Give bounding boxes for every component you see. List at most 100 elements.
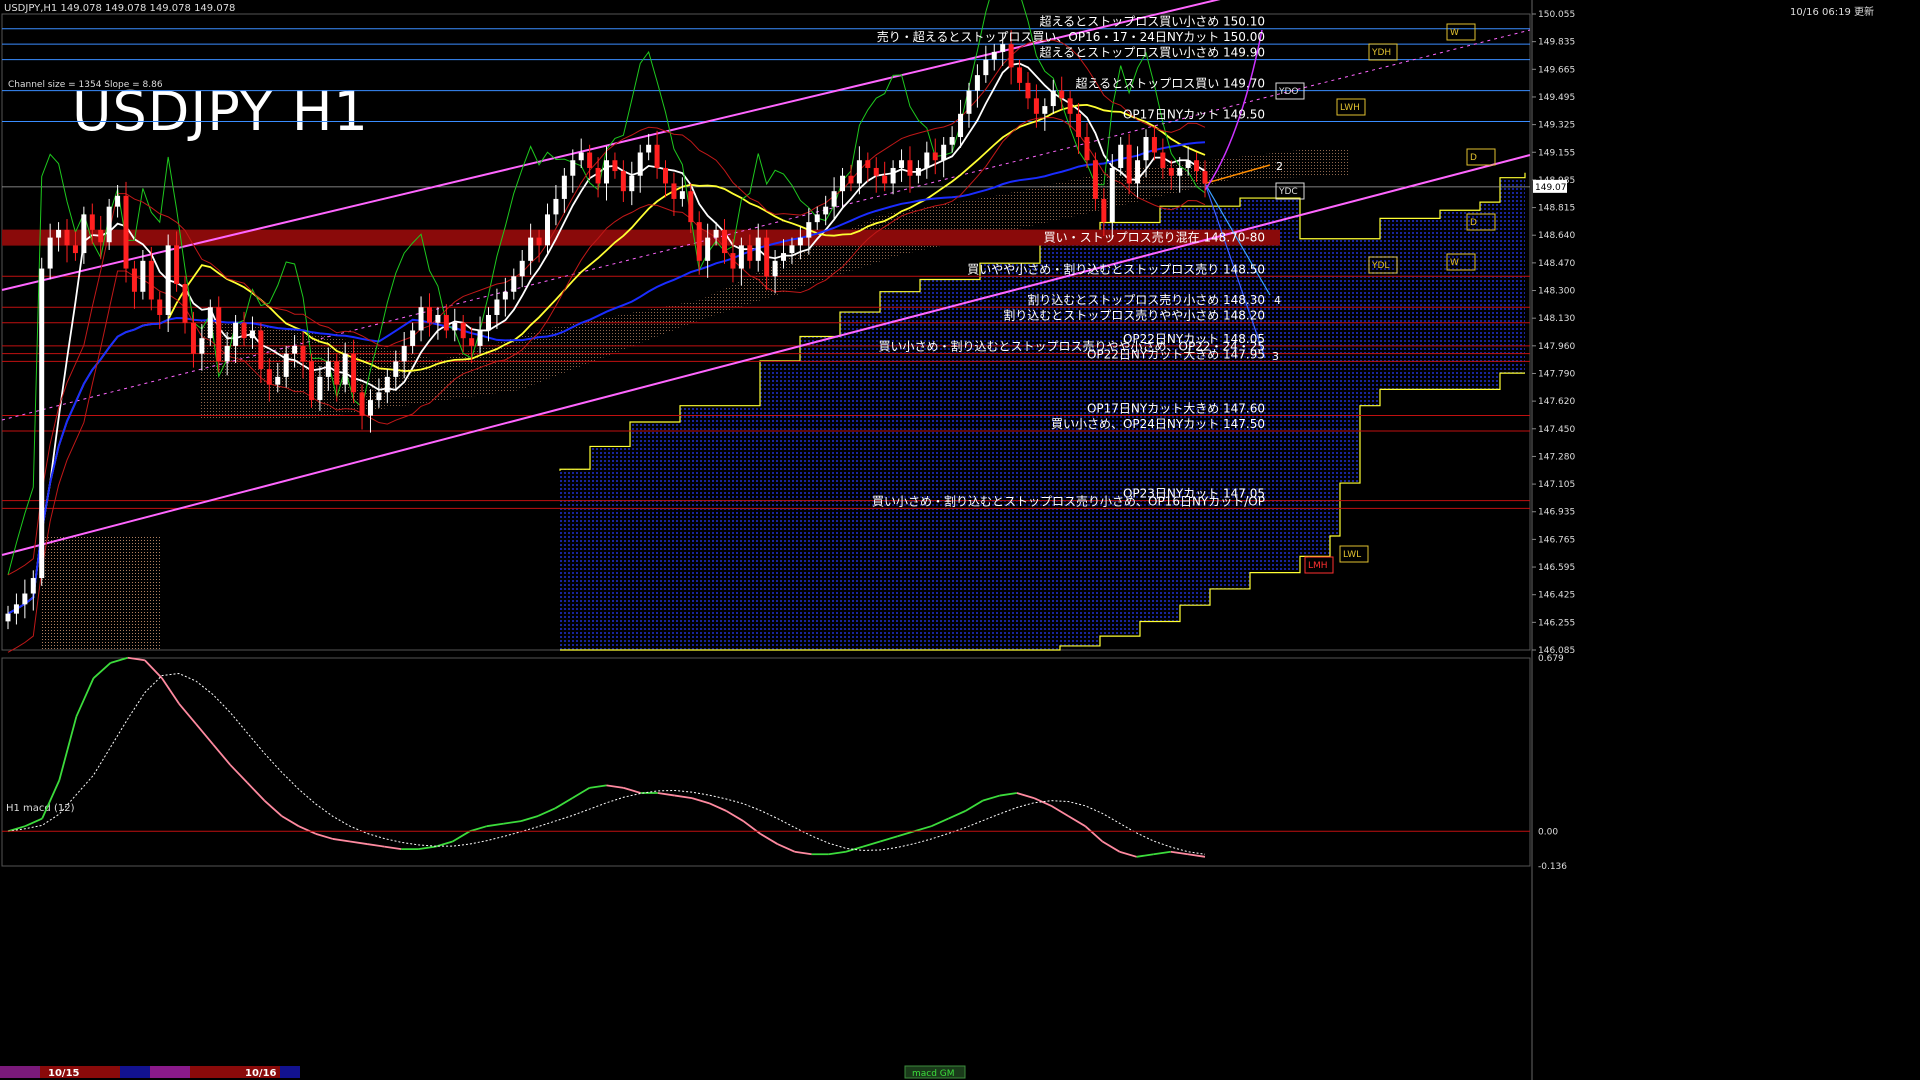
candle-body (722, 229, 728, 254)
candle-body (1008, 44, 1014, 68)
candle-body (81, 214, 87, 254)
candle-body (56, 229, 62, 238)
candle-body (856, 160, 862, 184)
macd-segment (537, 807, 556, 817)
candle-body (806, 222, 812, 238)
macd-segment (759, 833, 778, 845)
candle-body (233, 322, 239, 346)
candle-body (764, 237, 770, 277)
current-price-label: 149.078 (1535, 183, 1572, 193)
candle-body (317, 376, 323, 401)
macd-segment (931, 817, 949, 828)
candle-body (1160, 152, 1166, 168)
macd-segment (982, 794, 1001, 802)
level-label-2: 超えるとストップロス買い小さめ 149.90 (1040, 45, 1265, 60)
macd-segment (1033, 797, 1052, 807)
candle-body (148, 260, 154, 300)
candle-body (1033, 98, 1039, 114)
y-tick-label: 149.665 (1538, 65, 1575, 75)
candle-body (899, 160, 905, 168)
macd-segment (1187, 853, 1206, 858)
candle-body (604, 160, 609, 184)
candle-body (1084, 137, 1090, 161)
price-chart[interactable]: 超えるとストップロス買い小さめ 150.10売り・超えるとストップロス買い、OP… (0, 0, 1920, 1080)
candle (840, 167, 846, 209)
candle (873, 157, 879, 193)
box-label: YDC (1278, 187, 1298, 197)
box-label: D (1470, 153, 1477, 163)
candle-body (671, 183, 677, 199)
candle (418, 296, 424, 342)
macd-segment (418, 845, 436, 851)
candle-body (1092, 160, 1098, 199)
wave-label: 3 (1272, 350, 1279, 363)
y-tick-label: 147.620 (1538, 397, 1575, 407)
level-label-0: 超えるとストップロス買い小さめ 150.10 (1040, 14, 1265, 29)
macd-segment (1136, 853, 1154, 858)
macd-segment (92, 662, 112, 679)
macd-segment (571, 787, 590, 799)
macd-segment (708, 802, 727, 812)
macd-segment (1084, 825, 1104, 843)
macd-signal-line (7, 672, 1206, 855)
candle-body (713, 229, 719, 238)
candle (123, 181, 129, 283)
macd-segment (896, 830, 915, 838)
candle-body (882, 175, 888, 184)
candle-body (1050, 90, 1056, 107)
candle (983, 45, 989, 83)
level-label-7: 割り込むとストップロス売り小さめ 148.30 (1027, 292, 1265, 307)
macd-segment (178, 703, 197, 725)
candle (831, 177, 837, 221)
candle (13, 593, 19, 625)
candle (98, 215, 104, 260)
candle-body (13, 604, 19, 614)
level-label-8: 割り込むとストップロス売りやや小さめ 148.20 (1003, 308, 1265, 323)
y-tick-label: 147.790 (1538, 369, 1575, 379)
candle (216, 296, 222, 373)
candle (578, 138, 584, 168)
y-tick-label: 149.495 (1538, 93, 1575, 103)
candle-body (1177, 167, 1183, 176)
candle-body (831, 191, 837, 207)
candle-body (612, 160, 618, 172)
candle-body (401, 345, 407, 362)
candle (899, 149, 905, 182)
candle (519, 249, 525, 288)
macd-segment (606, 784, 624, 789)
candle (620, 160, 626, 203)
level-label-6: 買いやや小さめ・割り込むとストップロス売り 148.50 (967, 261, 1265, 276)
candle (696, 211, 702, 275)
candle (22, 579, 28, 619)
macd-segment (948, 810, 966, 820)
candle (612, 152, 618, 179)
candle-body (367, 400, 373, 416)
candle-body (924, 152, 930, 168)
box-label: YDH (1371, 48, 1391, 58)
box-label: W (1450, 258, 1459, 268)
candle-body (679, 191, 685, 199)
macd-segment (212, 743, 231, 766)
macd-segment (349, 840, 368, 845)
candle (182, 276, 188, 334)
candle (570, 149, 576, 193)
candle (604, 146, 609, 201)
candle-body (553, 198, 559, 215)
candle-body (1126, 144, 1132, 184)
candle-body (730, 253, 736, 269)
y-tick-label: 150.055 (1538, 10, 1575, 20)
macd-segment (1016, 792, 1035, 799)
y-tick-label: 146.425 (1538, 591, 1575, 601)
candle-body (72, 245, 78, 254)
candle-body (840, 175, 846, 192)
macd-segment (58, 716, 78, 781)
candle-body (629, 175, 635, 192)
candle-body (89, 214, 95, 230)
macd-segment (263, 799, 283, 817)
candle-body (637, 152, 643, 176)
candle-body (1042, 106, 1048, 114)
candle-body (1135, 160, 1141, 184)
y-tick-label: 147.280 (1538, 452, 1575, 462)
candle-body (747, 245, 753, 261)
candle-body (5, 613, 11, 622)
